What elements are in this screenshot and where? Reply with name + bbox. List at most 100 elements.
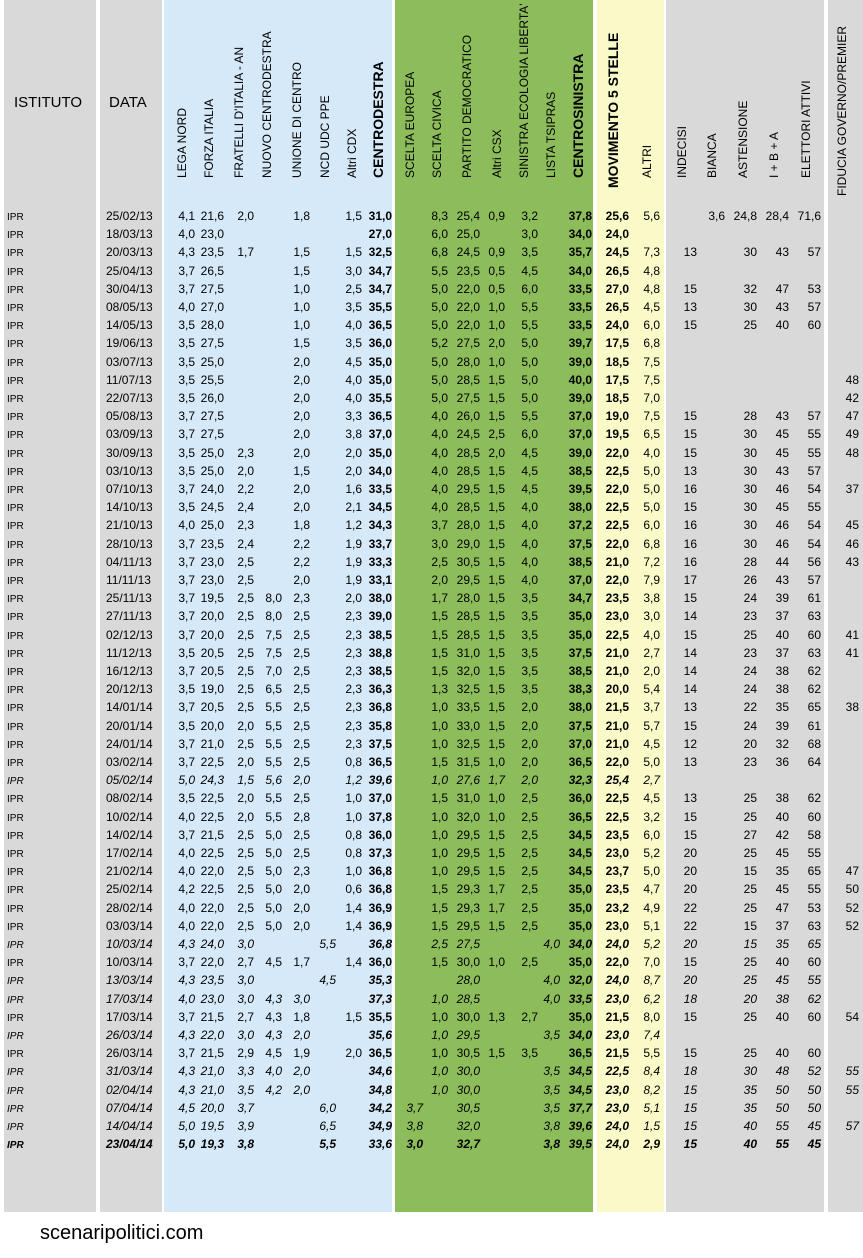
value-cell: 1,4 <box>345 955 362 970</box>
istituto-cell: IPR <box>7 921 24 933</box>
value-cell: 53 <box>807 281 821 296</box>
value-cell: 1,4 <box>345 900 362 915</box>
date-cell: 25/04/13 <box>106 263 153 278</box>
value-cell: 38,5 <box>368 664 392 678</box>
value-cell: 22,5 <box>605 463 629 478</box>
value-cell: 2,5 <box>293 664 310 678</box>
value-cell: 63 <box>807 918 821 933</box>
value-cell: 19,0 <box>605 409 629 424</box>
value-cell: 39,5 <box>568 482 592 496</box>
istituto-cell: IPR <box>7 940 24 951</box>
value-cell: 2,7 <box>521 1009 538 1024</box>
value-cell: 15 <box>683 1046 697 1061</box>
date-cell: 20/12/13 <box>106 682 153 697</box>
value-cell: 1,0 <box>431 718 448 733</box>
value-cell: 15 <box>683 1082 697 1097</box>
value-cell: 3,5 <box>543 1064 560 1079</box>
istituto-cell: IPR <box>7 1103 24 1115</box>
value-cell: 28,0 <box>456 518 480 533</box>
value-cell: 0,8 <box>345 846 362 860</box>
value-cell: 1,5 <box>488 846 505 860</box>
value-cell: 4,0 <box>543 991 560 1006</box>
value-cell: 5,5 <box>319 937 336 951</box>
value-cell: 23,2 <box>605 900 629 915</box>
value-cell: 1,0 <box>488 318 505 333</box>
value-cell: 46 <box>775 518 789 533</box>
value-cell: 5,5 <box>521 300 538 314</box>
value-cell: 3,7 <box>178 627 195 642</box>
value-cell: 30,5 <box>456 554 480 569</box>
value-cell: 57 <box>807 245 821 260</box>
value-cell: 15 <box>683 445 697 460</box>
value-cell: 27,5 <box>456 937 480 951</box>
date-cell: 03/02/14 <box>106 755 153 769</box>
istituto-cell: IPR <box>7 339 24 351</box>
istituto-cell: IPR <box>7 357 24 369</box>
value-cell: 5,0 <box>643 864 660 879</box>
value-cell: 0,6 <box>345 882 362 897</box>
value-cell: 5,0 <box>265 827 282 842</box>
value-cell: 1,5 <box>488 518 505 533</box>
column-header: LISTA TSIPRAS <box>544 91 558 178</box>
istituto-cell: IPR <box>7 466 24 478</box>
value-cell: 23,0 <box>200 991 224 1006</box>
value-cell: 45 <box>775 882 789 897</box>
column-header: I + B + A <box>767 131 781 178</box>
value-cell: 37,5 <box>568 718 592 733</box>
value-cell: 3,5 <box>178 445 195 460</box>
value-cell: 35,7 <box>568 245 592 260</box>
value-cell: 5,0 <box>431 354 448 369</box>
date-cell: 16/12/13 <box>106 664 153 678</box>
value-cell: 32,5 <box>368 245 392 260</box>
column-header: Altri CDX <box>345 128 359 178</box>
date-cell: 24/01/14 <box>106 736 153 751</box>
value-cell: 25 <box>743 1009 757 1024</box>
value-cell: 27,5 <box>456 336 480 351</box>
value-cell: 8,0 <box>643 1009 660 1024</box>
value-cell: 7,0 <box>643 955 660 970</box>
value-cell: 1,9 <box>345 573 362 587</box>
value-cell: 6,0 <box>643 827 660 842</box>
value-cell: 5,0 <box>178 1119 195 1133</box>
value-cell: 29,5 <box>456 846 480 860</box>
value-cell: 49 <box>845 427 859 442</box>
value-cell: 2,3 <box>345 627 362 642</box>
column-header: UNIONE DI CENTRO <box>290 61 304 178</box>
column-header: ELETTORI ATTIVI <box>799 80 813 178</box>
value-cell: 3,5 <box>178 682 195 697</box>
value-cell: 3,5 <box>543 1082 560 1097</box>
value-cell: 24 <box>743 682 757 697</box>
value-cell: 3,7 <box>178 573 195 587</box>
value-cell: 21,5 <box>200 827 224 842</box>
value-cell: 4,0 <box>178 846 195 860</box>
value-cell: 2,4 <box>237 536 254 551</box>
value-cell: 22,0 <box>200 918 224 933</box>
value-cell: 25,0 <box>456 227 480 242</box>
column-header: ASTENSIONE <box>736 100 750 178</box>
value-cell: 2,5 <box>293 700 310 715</box>
value-cell: 4,0 <box>178 918 195 933</box>
value-cell: 22,0 <box>200 864 224 879</box>
istituto-cell: IPR <box>7 1012 24 1024</box>
value-cell: 36,5 <box>368 409 392 424</box>
value-cell: 4,0 <box>345 391 362 405</box>
value-cell: 3,5 <box>521 245 538 260</box>
value-cell: 23,0 <box>605 991 629 1006</box>
istituto-cell: IPR <box>7 539 24 551</box>
value-cell: 25 <box>743 882 757 897</box>
value-cell: 5,5 <box>265 791 282 806</box>
value-cell: 4,0 <box>521 518 538 533</box>
value-cell: 22,5 <box>200 791 224 806</box>
value-cell: 5,4 <box>643 682 660 697</box>
value-cell: 38 <box>775 991 789 1006</box>
date-cell: 21/10/13 <box>106 518 153 533</box>
value-cell: 2,5 <box>237 609 254 624</box>
value-cell: 45 <box>775 973 789 988</box>
value-cell: 23,0 <box>200 554 224 569</box>
value-cell: 38,5 <box>568 463 592 478</box>
value-cell: 22,0 <box>456 281 480 296</box>
value-cell: 37,8 <box>368 809 392 824</box>
value-cell: 2,3 <box>345 718 362 733</box>
value-cell: 2,5 <box>521 900 538 915</box>
value-cell: 3,5 <box>178 463 195 478</box>
